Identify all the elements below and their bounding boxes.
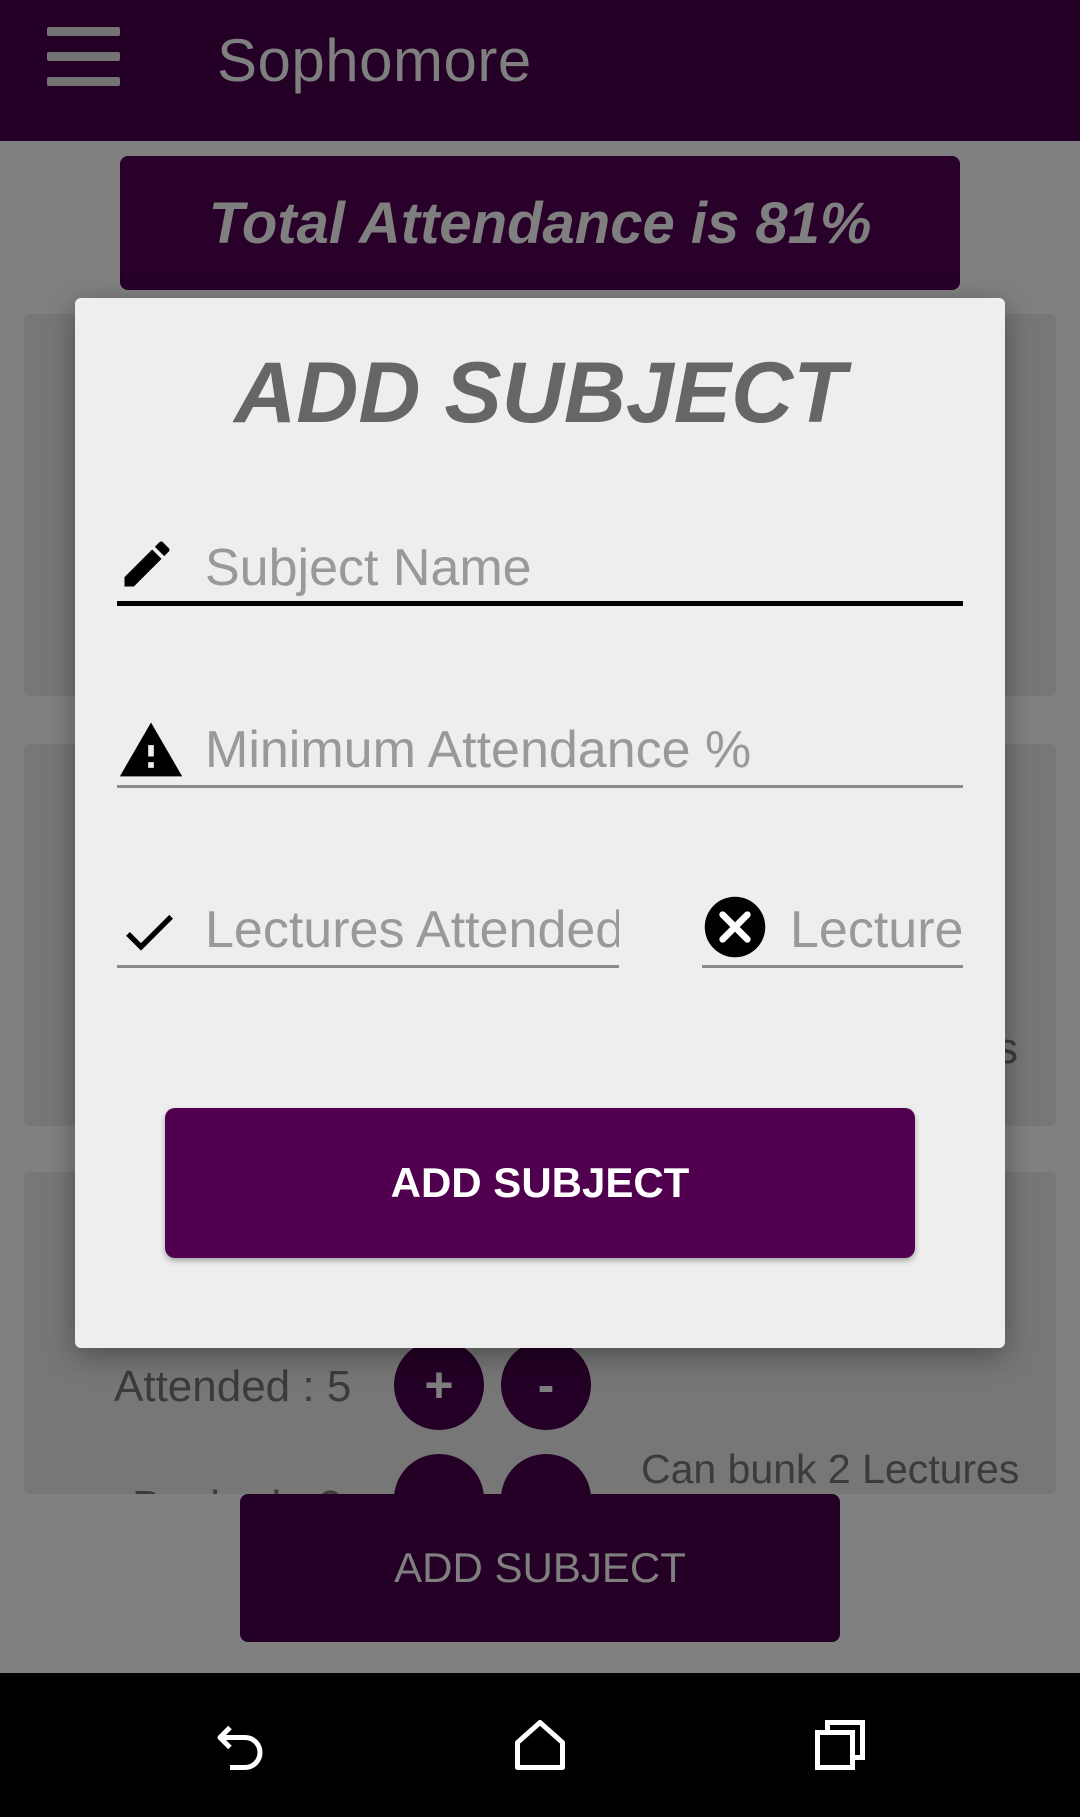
back-icon[interactable] — [210, 1715, 270, 1775]
subject-name-field — [117, 528, 963, 606]
cancel-circle-icon — [704, 896, 766, 958]
input-underline — [117, 601, 963, 606]
app-bar: Sophomore — [0, 0, 1080, 141]
home-icon[interactable] — [510, 1715, 570, 1775]
attended-label: Attended : 5 — [114, 1362, 352, 1411]
attended-plus-button[interactable]: + — [394, 1340, 484, 1430]
attended-minus-button[interactable]: - — [501, 1340, 591, 1430]
screen: Sophomore Total Attendance is 81% s Atte… — [0, 0, 1080, 1817]
minimum-attendance-input[interactable] — [205, 720, 963, 780]
app-title: Sophomore — [217, 27, 532, 94]
add-subject-fab-button[interactable]: ADD SUBJECT — [240, 1494, 840, 1642]
bunk-status-text: Can bunk 2 Lectures — [641, 1446, 1020, 1492]
subject-name-input[interactable] — [205, 538, 963, 598]
minimum-attendance-field — [117, 710, 963, 788]
check-icon — [126, 914, 173, 951]
add-subject-button[interactable]: ADD SUBJECT — [165, 1108, 915, 1258]
lectures-bunked-input[interactable] — [790, 900, 963, 960]
system-navigation-bar — [0, 1673, 1080, 1817]
lectures-attended-field — [117, 890, 619, 968]
input-underline — [702, 965, 963, 968]
input-underline — [117, 965, 619, 968]
total-attendance-banner: Total Attendance is 81% — [120, 156, 960, 290]
bunked-minus-button[interactable] — [501, 1454, 591, 1494]
lectures-attended-input[interactable] — [205, 900, 619, 960]
total-attendance-text: Total Attendance is 81% — [208, 190, 872, 256]
pencil-icon — [124, 541, 170, 587]
dialog-title: ADD SUBJECT — [234, 345, 846, 441]
input-underline — [117, 785, 963, 788]
recents-icon[interactable] — [810, 1715, 870, 1775]
bunked-plus-button[interactable] — [394, 1454, 484, 1494]
warning-icon — [119, 722, 183, 777]
menu-icon[interactable] — [47, 27, 120, 87]
add-subject-dialog: ADD SUBJECT Subject Name Minimum Attenda… — [75, 298, 1005, 1348]
lectures-bunked-field — [702, 890, 963, 968]
bunked-label: Bunked : 2 — [132, 1482, 342, 1494]
